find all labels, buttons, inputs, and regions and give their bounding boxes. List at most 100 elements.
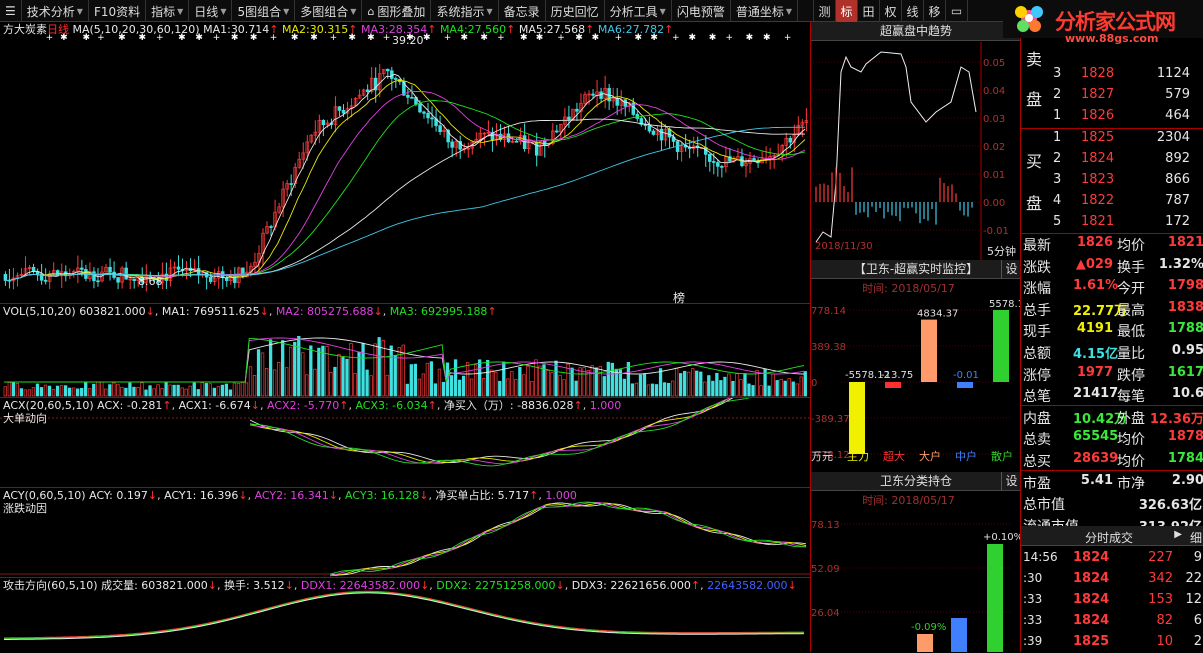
signal-marker-icon: ✱ (763, 33, 771, 43)
menu-icon[interactable]: ☰ (0, 0, 22, 22)
toolbar-item-label: 闪电预警 (676, 4, 725, 19)
volume-bar (272, 369, 277, 397)
sell-level-row[interactable]: 2 1827 579 (1021, 85, 1203, 106)
toolbar-item[interactable]: 多图组合 ▼ (295, 0, 363, 22)
volume-bar (297, 335, 301, 397)
ma6-value: 27.782 (625, 23, 665, 36)
toolbar-spacer (798, 0, 814, 21)
toolbar-tab[interactable]: 测 (814, 0, 836, 22)
toolbar-tab[interactable]: 田 (858, 0, 880, 22)
toolbar-tab[interactable]: 线 (902, 0, 924, 22)
toolbar-item-label: 历史回忆 (550, 4, 599, 19)
volume-bar (670, 380, 675, 397)
buy-level-row[interactable]: 2 1824 892 (1021, 149, 1203, 170)
acx-params: ACX(20,60,5,10) (3, 399, 94, 412)
toolbar-item[interactable]: 闪电预警 (672, 0, 731, 22)
acy-pane[interactable]: ACY(0,60,5,10) ACY: 0.197↓, ACY1: 16.396… (0, 488, 810, 578)
trades-toggle-icon[interactable]: ▶ (1174, 529, 1182, 540)
toolbar-item[interactable]: ⌂ 图形叠加 (362, 0, 432, 22)
level-price: 1826 (1081, 108, 1115, 123)
quote-value: 0.95 (1171, 343, 1203, 358)
quote-value: 12.36万 (1149, 411, 1203, 427)
toolbar-item[interactable]: 5图组合 ▼ (232, 0, 296, 22)
candle-body (96, 280, 100, 283)
volume-bar (168, 384, 172, 397)
toolbar-tab[interactable]: 标 (836, 0, 858, 22)
buy-level-row[interactable]: 5 1821 172 (1021, 212, 1203, 233)
volume-bar (63, 385, 68, 397)
volume-bar (260, 352, 265, 397)
monitor-category-label: 散户 (991, 449, 1013, 463)
candle-body (567, 116, 571, 120)
level-number: 2 (1053, 87, 1062, 102)
candle-body (108, 266, 112, 273)
monitor-settings-button[interactable]: 设 (1001, 260, 1021, 279)
toolbar-item-label: 多图组合 (300, 4, 349, 19)
candle-body (555, 130, 559, 133)
intraday-period: 5分钟 (987, 245, 1016, 258)
level-volume: 892 (1165, 151, 1190, 166)
volume-pane[interactable]: VOL(5,10,20) 603821.000↓, MA1: 769511.62… (0, 304, 810, 398)
volume-bar (622, 378, 627, 397)
quote-value: 1826 (1076, 235, 1113, 250)
acy3-value: ACY3: 16.128 (345, 489, 420, 502)
toolbar-item[interactable]: 日线 ▼ (189, 0, 233, 22)
volume-bar (329, 372, 333, 397)
candlestick-pane[interactable]: + ✱ ✱ + ✱ ✱ + ✱ ✱ + ✱ ✱ + ✱ ✱ + ✱ ✱ + ✱ ✱ + ✱ ✱ + ✱ ✱ + ✱ ✱ + ✱ ✱ + ✱ ✱ + ✱ ✱ +… (0, 22, 810, 305)
quote-label: 换手 (1117, 259, 1145, 276)
toolbar-item[interactable]: 历史回忆 (546, 0, 605, 22)
volume-bar (530, 381, 534, 397)
position-bar-chart: 78.13 52.09 26.04 +0.10% -0.09% (811, 520, 1021, 652)
candle-body (426, 112, 430, 119)
trade-volume: 153 (1148, 592, 1173, 607)
volume-bar (108, 384, 112, 397)
toolbar-item[interactable]: 系统指示 ▼ (431, 0, 499, 22)
toolbar-item[interactable]: F10资料 (89, 0, 147, 22)
toolbar-item[interactable]: 指标 ▼ (146, 0, 190, 22)
volume-bar (80, 387, 84, 397)
toolbar-tab[interactable]: 移 (924, 0, 946, 22)
toolbar-tab[interactable]: 权 (880, 0, 902, 22)
ddx-pane[interactable]: 攻击方向(60,5,10) 成交量: 603821.000↓, 换手: 3.51… (0, 578, 810, 652)
candle-body (615, 97, 619, 106)
window-icon[interactable]: ▭ (946, 0, 968, 22)
level-volume: 787 (1165, 193, 1190, 208)
acx1-value: ACX1: -6.674 (178, 399, 251, 412)
toolbar-item-label: 系统指示 (436, 4, 485, 19)
trade-time: :30 (1023, 571, 1043, 585)
toolbar-item[interactable]: 技术分析 ▼ (22, 0, 89, 22)
monitor-bar-value: -0.01 (953, 370, 979, 381)
sell-level-row[interactable]: 1 1826 464 (1021, 106, 1203, 127)
volume-bar (208, 383, 212, 397)
candle-body (534, 142, 539, 156)
buy-level-row[interactable]: 1 1825 2304 (1021, 128, 1203, 149)
candle-body (788, 137, 793, 143)
volume-bar (634, 382, 639, 397)
quote-value: 1788 (1167, 321, 1203, 337)
buy-level-row[interactable]: 3 1823 866 (1021, 170, 1203, 191)
volume-bar (550, 372, 554, 397)
buy-level-row[interactable]: 4 1822 787 (1021, 191, 1203, 212)
volume-bar (558, 374, 562, 397)
candle-body (132, 278, 136, 281)
quote-row: 涨幅 1.61% 今开 1798 (1021, 276, 1203, 297)
ma-params: MA(5,10,20,30,60,120) (72, 23, 200, 36)
intraday-tick-label: 0.03 (983, 114, 1005, 125)
position-tick-label: 52.09 (811, 564, 840, 575)
toolbar-item[interactable]: 备忘录 (499, 0, 546, 22)
quote-row: 总额 4.15亿 量比 0.95 (1021, 341, 1203, 362)
middle-panels: 超赢盘中趋势 0.05 0.04 0.03 0.02 0.01 0.00 -0.01 201… (810, 22, 1021, 652)
monitor-bar (921, 319, 937, 382)
volume-bar (469, 378, 474, 397)
monitor-bar-value: 5578.1 (989, 299, 1021, 310)
toolbar-item[interactable]: 分析工具 ▼ (605, 0, 672, 22)
sell-level-row[interactable]: 3 1828 1124 (1021, 64, 1203, 85)
position-settings-button[interactable]: 设 (1001, 472, 1021, 491)
volume-bar (389, 345, 393, 397)
acx-pane[interactable]: ACX(20,60,5,10) ACX: -0.281↑, ACX1: -6.6… (0, 398, 810, 488)
toolbar-item[interactable]: 普通坐标 ▼ (731, 0, 798, 22)
trades-detail-button[interactable]: 细 (1190, 529, 1202, 546)
vol-value: 603821.000 (79, 305, 146, 318)
quote-label: 内盘 (1023, 410, 1051, 427)
volume-bar (120, 386, 124, 397)
